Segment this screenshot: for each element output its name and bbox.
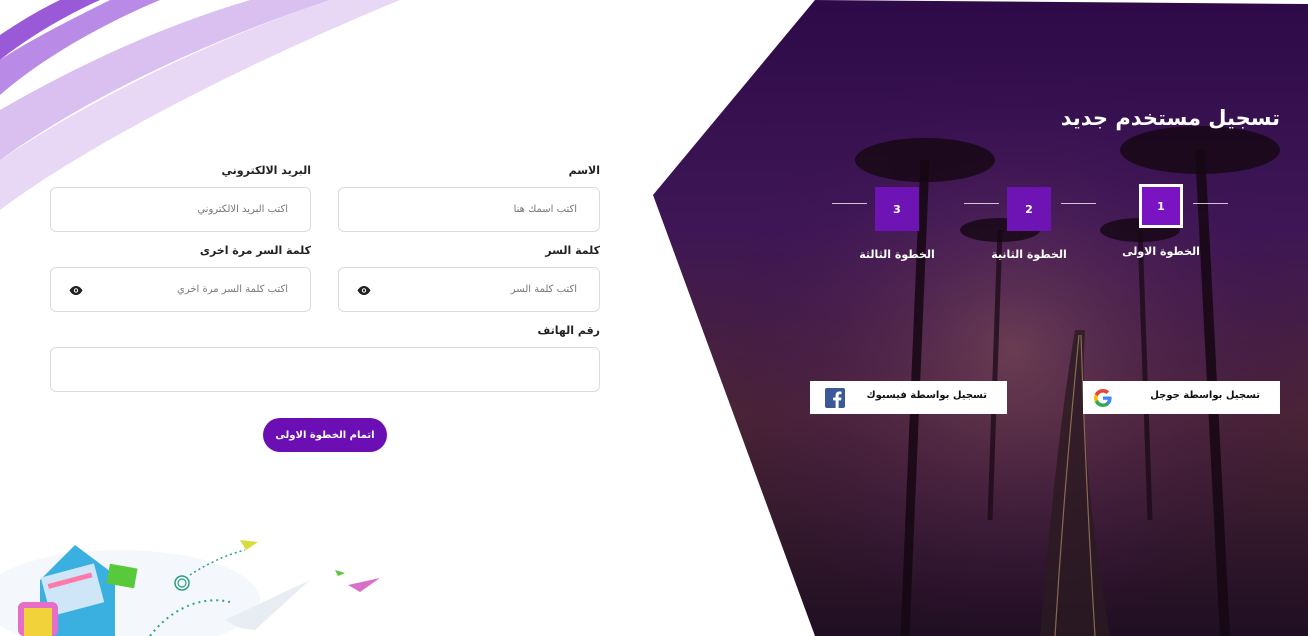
password-confirm-placeholder: اكتب كلمة السر مرة اخري [177, 284, 288, 295]
email-field[interactable]: اكتب البريد الالكتروني [50, 187, 311, 232]
facebook-signup-label: تسجيل بواسطة فيسبوك [866, 390, 987, 401]
email-placeholder: اكتب البريد الالكتروني [197, 204, 288, 215]
google-signup-label: تسجيل بواسطة جوجل [1150, 390, 1260, 401]
step-1-label: الخطوة الاولى [1122, 245, 1200, 258]
step-2-label: الخطوة الثانية [991, 248, 1067, 261]
step-3-label: الخطوة الثالثة [859, 248, 935, 261]
stepper-connector [1193, 203, 1228, 204]
password-field[interactable]: اكتب كلمة السر [338, 267, 600, 312]
complete-step-button[interactable]: اتمام الخطوة الاولى [263, 418, 387, 452]
password-placeholder: اكتب كلمة السر [510, 284, 577, 295]
password-label: كلمة السر [545, 244, 600, 257]
hero-title: تسجيل مستخدم جديد [1060, 106, 1280, 130]
stepper-connector [964, 203, 999, 204]
phone-field[interactable] [50, 347, 600, 392]
step-3-indicator[interactable]: 3 [875, 187, 919, 231]
step-1-indicator[interactable]: 1 [1139, 184, 1183, 228]
stepper-connector [1061, 203, 1096, 204]
facebook-icon [825, 388, 845, 408]
decorative-illustration [0, 540, 380, 636]
facebook-signup-button[interactable]: تسجيل بواسطة فيسبوك [810, 381, 1007, 414]
email-label: البريد الالكتروني [221, 164, 311, 177]
eye-icon[interactable] [357, 286, 371, 295]
google-signup-button[interactable]: تسجيل بواسطة جوجل [1083, 381, 1280, 414]
eye-icon[interactable] [69, 286, 83, 295]
phone-label: رقم الهاتف [537, 324, 600, 337]
name-placeholder: اكتب اسمك هنا [513, 204, 577, 215]
password-confirm-label: كلمة السر مرة اخرى [199, 244, 311, 257]
stepper-connector [832, 203, 867, 204]
name-field[interactable]: اكتب اسمك هنا [338, 187, 600, 232]
step-2-indicator[interactable]: 2 [1007, 187, 1051, 231]
password-confirm-field[interactable]: اكتب كلمة السر مرة اخري [50, 267, 311, 312]
name-label: الاسم [568, 164, 600, 177]
google-icon [1094, 389, 1112, 407]
